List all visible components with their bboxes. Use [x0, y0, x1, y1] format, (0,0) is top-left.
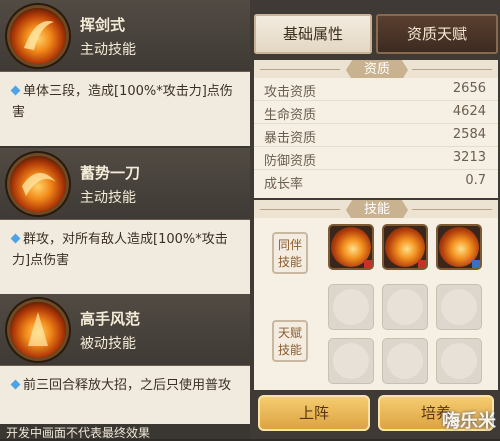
skill-slot-charged-blade[interactable]	[382, 224, 428, 270]
divider	[412, 69, 492, 70]
skill-list-panel: 挥剑式 主动技能 单体三段，造成[100%*攻击力]点伤害 蓄势一刀 主动技能 …	[0, 0, 250, 440]
bullet-diamond-icon	[10, 379, 21, 390]
skill-type: 被动技能	[80, 336, 136, 352]
stat-row: 成长率 0.7	[254, 170, 498, 193]
empty-skill-slot[interactable]	[436, 284, 482, 330]
stat-label: 防御资质	[264, 154, 317, 169]
skill-name: 挥剑式	[80, 16, 126, 34]
skill-description: 前三回合释放大招，之后只使用普攻	[0, 366, 250, 424]
stat-row: 攻击资质 2656	[254, 78, 498, 101]
slot-corner-badge	[364, 260, 372, 268]
skill-description: 单体三段，造成[100%*攻击力]点伤害	[0, 72, 250, 146]
attribute-panel: 基础属性 资质天赋 资质 攻击资质 2656 生命资质 4624 暴击资质 25…	[250, 0, 500, 439]
section-header-aptitude: 资质	[254, 60, 498, 80]
divider	[260, 69, 340, 70]
stat-value: 2656	[452, 81, 486, 96]
bullet-diamond-icon	[10, 233, 21, 244]
skill-description-text: 群攻，对所有敌人造成[100%*攻击力]点伤害	[12, 232, 228, 268]
divider	[412, 209, 492, 210]
talent-skills-label: 天赋技能	[272, 320, 308, 362]
stat-value: 2584	[452, 127, 486, 142]
tab-basic-attributes[interactable]: 基础属性	[254, 14, 372, 54]
stat-row: 暴击资质 2584	[254, 124, 498, 147]
skill-description-text: 前三回合释放大招，之后只使用普攻	[23, 378, 232, 393]
section-title: 技能	[346, 200, 408, 220]
dev-footnote: 开发中画面不代表最终效果	[6, 426, 151, 440]
stat-value: 3213	[452, 150, 486, 165]
empty-skill-slot[interactable]	[328, 338, 374, 384]
stat-label: 成长率	[264, 177, 304, 192]
deploy-button[interactable]: 上阵	[258, 395, 370, 431]
section-header-skills: 技能	[254, 200, 498, 220]
slot-corner-badge	[418, 260, 426, 268]
empty-skill-slot[interactable]	[382, 284, 428, 330]
stat-row: 防御资质 3213	[254, 147, 498, 170]
skill-name: 高手风范	[80, 310, 141, 328]
empty-slot-circle	[333, 343, 369, 379]
empty-slot-circle	[387, 343, 423, 379]
partner-skills-label: 同伴技能	[272, 232, 308, 274]
empty-slot-circle	[387, 289, 423, 325]
skill-header: 高手风范 被动技能	[0, 294, 250, 366]
sword-slash-icon	[10, 8, 66, 64]
empty-skill-slot[interactable]	[436, 338, 482, 384]
skill-card[interactable]: 蓄势一刀 主动技能 群攻，对所有敌人造成[100%*攻击力]点伤害	[0, 148, 250, 294]
aptitude-stats-list: 攻击资质 2656 生命资质 4624 暴击资质 2584 防御资质 3213 …	[254, 78, 498, 198]
skill-header: 蓄势一刀 主动技能	[0, 148, 250, 220]
stat-label: 暴击资质	[264, 131, 317, 146]
tab-aptitude-talent[interactable]: 资质天赋	[376, 14, 498, 54]
master-aura-icon	[10, 302, 66, 358]
charged-blade-icon	[10, 156, 66, 212]
skill-description: 群攻，对所有敌人造成[100%*攻击力]点伤害	[0, 220, 250, 294]
skill-card[interactable]: 高手风范 被动技能 前三回合释放大招，之后只使用普攻	[0, 294, 250, 424]
skill-description-text: 单体三段，造成[100%*攻击力]点伤害	[12, 84, 233, 120]
skill-card[interactable]: 挥剑式 主动技能 单体三段，造成[100%*攻击力]点伤害	[0, 0, 250, 146]
tab-bar: 基础属性 资质天赋	[250, 14, 500, 56]
skill-slots-grid: 同伴技能 天赋技能	[254, 218, 498, 390]
slot-corner-badge	[472, 260, 480, 268]
stat-label: 生命资质	[264, 108, 317, 123]
stat-label: 攻击资质	[264, 85, 317, 100]
section-title: 资质	[346, 60, 408, 80]
skill-slot-sword-slash[interactable]	[328, 224, 374, 270]
skill-type: 主动技能	[80, 42, 136, 58]
empty-slot-circle	[333, 289, 369, 325]
hero-detail-screen: 挥剑式 主动技能 单体三段，造成[100%*攻击力]点伤害 蓄势一刀 主动技能 …	[0, 0, 500, 440]
empty-slot-circle	[441, 289, 477, 325]
skill-slot-master-aura[interactable]	[436, 224, 482, 270]
skill-name: 蓄势一刀	[80, 164, 141, 182]
empty-skill-slot[interactable]	[328, 284, 374, 330]
empty-skill-slot[interactable]	[382, 338, 428, 384]
bullet-diamond-icon	[10, 85, 21, 96]
stat-value: 4624	[452, 104, 486, 119]
divider	[260, 209, 340, 210]
empty-slot-circle	[441, 343, 477, 379]
stat-value: 0.7	[465, 173, 486, 188]
watermark-logo: 嗨乐米	[442, 411, 496, 432]
stat-row: 生命资质 4624	[254, 101, 498, 124]
skill-header: 挥剑式 主动技能	[0, 0, 250, 72]
skill-type: 主动技能	[80, 190, 136, 206]
